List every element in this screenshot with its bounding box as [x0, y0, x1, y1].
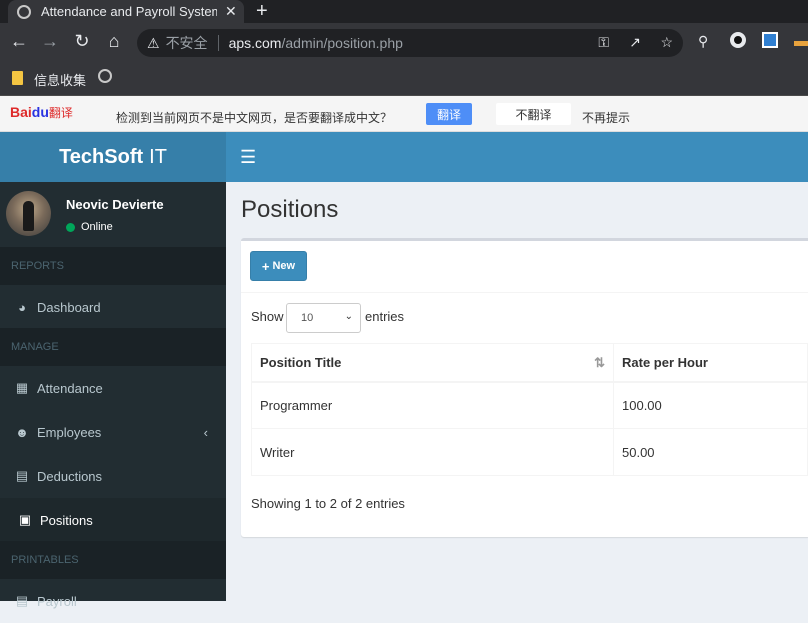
bookmark-item[interactable]: 信息收集 [34, 70, 86, 89]
online-dot-icon [66, 222, 75, 232]
browser-toolbar: ← → ↻ ⌂ ⚠ 不安全 aps.com /admin/position.ph… [0, 23, 808, 63]
cell-rate: 50.00 [613, 428, 808, 476]
file-icon: ▤ [15, 593, 29, 608]
sidebar: TechSoft IT Neovic Devierte Online REPORT… [0, 132, 226, 609]
chevron-left-icon: ‹ [203, 424, 208, 440]
user-name: Neovic Devierte [66, 197, 164, 212]
baidu-logo: Baidu翻译 [10, 104, 73, 120]
sidebar-item-attendance[interactable]: ▦ Attendance [0, 366, 226, 410]
globe-icon [17, 4, 31, 19]
forward-icon[interactable]: → [39, 31, 61, 52]
no-translate-button[interactable]: 不翻译 [496, 103, 571, 125]
column-header-rate[interactable]: Rate per Hour [613, 343, 808, 383]
users-icon: ☻ [15, 424, 29, 440]
divider [241, 292, 808, 293]
sidebar-item-deductions[interactable]: ▤ Deductions [0, 454, 226, 498]
url-domain: aps.com [228, 35, 282, 51]
briefcase-icon: ▣ [18, 512, 32, 527]
section-header-manage: MANAGE [0, 328, 226, 366]
translate-bar: Baidu翻译 检测到当前网页不是中文网页，是否要翻译成中文？ 翻译 不翻译 不… [0, 96, 808, 132]
extension-icon[interactable] [794, 41, 808, 46]
share-icon[interactable]: ↗ [629, 34, 641, 51]
app-logo[interactable]: TechSoft IT [0, 132, 226, 182]
reload-icon[interactable]: ↻ [71, 31, 93, 52]
page-title: Positions [241, 196, 339, 223]
hamburger-icon[interactable]: ☰ [240, 147, 256, 168]
back-icon[interactable]: ← [8, 31, 30, 52]
cell-position-title: Writer [251, 428, 614, 476]
calendar-icon: ▦ [15, 380, 29, 395]
browser-tab[interactable]: Attendance and Payroll System ✕ [8, 0, 244, 23]
chevron-down-icon: ⌄ [344, 311, 353, 322]
browser-tab-strip: Attendance and Payroll System ✕ + [0, 0, 808, 23]
new-tab-button[interactable]: + [256, 0, 268, 22]
plus-icon: + [261, 258, 270, 274]
extension-icon[interactable] [730, 32, 746, 48]
user-status: Online [66, 221, 113, 233]
translate-button[interactable]: 翻译 [426, 103, 472, 125]
table-header-row: Position Title ⇅ Rate per Hour [251, 343, 808, 383]
close-tab-icon[interactable]: ✕ [225, 3, 237, 20]
bookmarks-bar: 信息收集 [0, 63, 808, 96]
search-icon[interactable]: ⚲ [698, 33, 708, 50]
cell-rate: 100.00 [613, 381, 808, 429]
table-info: Showing 1 to 2 of 2 entries [251, 496, 405, 511]
top-navbar: ☰ [226, 132, 808, 182]
globe-icon[interactable] [98, 69, 112, 83]
url-path: /admin/position.php [281, 35, 403, 51]
column-header-position-title[interactable]: Position Title ⇅ [251, 343, 614, 383]
address-bar[interactable]: ⚠ 不安全 aps.com /admin/position.php ⚿ ↗ ☆ [137, 29, 683, 57]
extension-icon[interactable] [762, 32, 778, 48]
dashboard-icon: ◕ [18, 299, 26, 315]
key-icon[interactable]: ⚿ [598, 34, 609, 51]
table-row: Programmer 100.00 [251, 381, 808, 429]
table-row: Writer 50.00 [251, 428, 808, 476]
sidebar-item-payroll[interactable]: ▤ Payroll [0, 579, 226, 623]
security-label: 不安全 [165, 35, 208, 51]
bookmark-folder-icon [12, 71, 23, 85]
positions-box: + New Show 10 ⌄ entries Position Title ⇅… [241, 238, 808, 537]
tab-title: Attendance and Payroll System [41, 4, 217, 19]
new-position-button[interactable]: + New [250, 251, 307, 281]
divider [217, 35, 219, 51]
no-prompt-link[interactable]: 不再提示 [582, 109, 630, 126]
entries-label: entries [365, 309, 405, 324]
cell-position-title: Programmer [251, 381, 614, 429]
sort-icon[interactable]: ⇅ [594, 355, 605, 371]
star-icon[interactable]: ☆ [660, 34, 673, 51]
positions-table: Position Title ⇅ Rate per Hour Programme… [251, 343, 808, 476]
sidebar-item-employees[interactable]: ☻ Employees ‹ [0, 410, 226, 454]
home-icon[interactable]: ⌂ [103, 31, 125, 52]
warning-icon: ⚠ [147, 34, 160, 51]
section-header-reports: REPORTS [0, 247, 226, 285]
show-label: Show [251, 309, 284, 324]
entries-select[interactable]: 10 ⌄ [286, 303, 361, 333]
section-header-printables: PRINTABLES [0, 541, 226, 579]
avatar [6, 191, 51, 236]
sidebar-item-dashboard[interactable]: ◕ Dashboard [0, 285, 226, 329]
translate-message: 检测到当前网页不是中文网页，是否要翻译成中文？ [116, 111, 393, 125]
file-icon: ▤ [15, 468, 29, 483]
user-panel: Neovic Devierte Online [0, 182, 226, 247]
sidebar-item-positions[interactable]: ▣ Positions [0, 498, 226, 542]
